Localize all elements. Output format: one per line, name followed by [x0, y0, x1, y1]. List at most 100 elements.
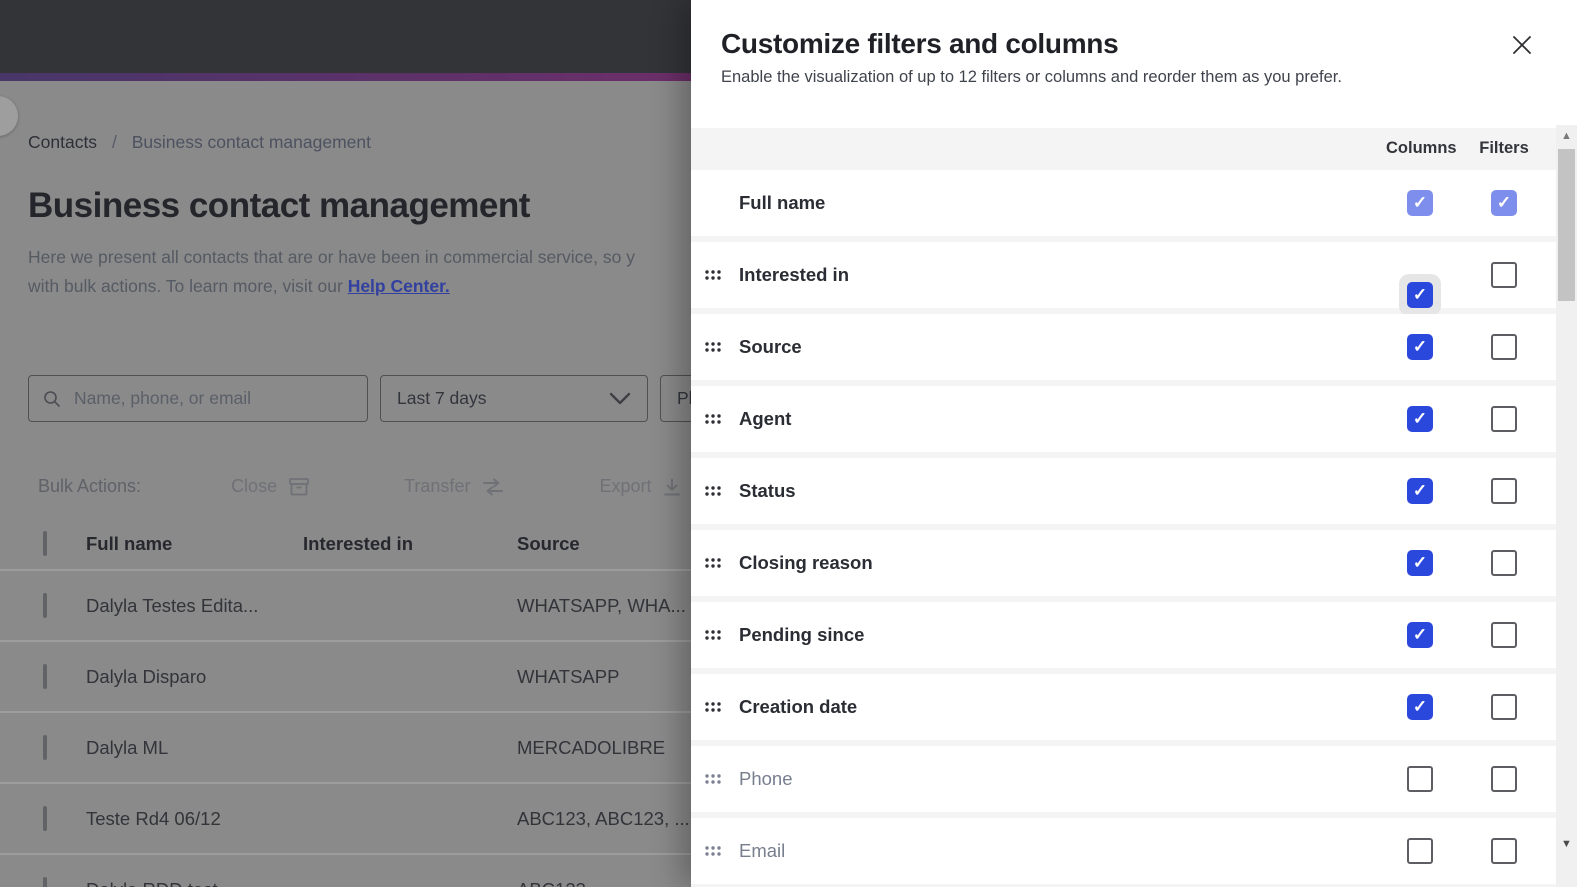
cell-full-name: Dalyla RDD test	[86, 879, 218, 887]
bulk-transfer-label: Transfer	[404, 476, 471, 496]
drag-handle-icon[interactable]	[705, 342, 721, 353]
panel-row-label: Closing reason	[739, 552, 873, 573]
bulk-export-label: Export	[599, 476, 652, 496]
cell-full-name: Teste Rd4 06/12	[86, 807, 221, 829]
archive-icon	[289, 477, 309, 496]
filters-checkbox[interactable]	[1491, 334, 1517, 360]
panel-row-label: Agent	[739, 408, 792, 429]
drag-handle-icon[interactable]	[705, 270, 721, 281]
columns-checkbox[interactable]: ✓	[1407, 334, 1433, 360]
description-line1: Here we present all contacts that are or…	[28, 247, 635, 267]
breadcrumb-current: Business contact management	[131, 132, 371, 152]
filters-checkbox[interactable]	[1491, 694, 1517, 720]
columns-checkbox[interactable]: ✓	[1407, 622, 1433, 648]
bulk-export-button[interactable]: Export	[599, 476, 681, 497]
description-line2: with bulk actions. To learn more, visit …	[28, 276, 348, 296]
panel-row: Pending since ✓	[691, 602, 1556, 668]
row-checkbox[interactable]	[43, 592, 47, 618]
search-icon	[43, 390, 61, 408]
filters-checkbox[interactable]	[1491, 838, 1517, 864]
transfer-arrows-icon	[482, 478, 504, 496]
column-header-interested-in[interactable]: Interested in	[303, 533, 413, 555]
drag-handle-icon[interactable]	[705, 846, 721, 857]
breadcrumb: Contacts / Business contact management	[28, 132, 371, 153]
filters-checkbox: ✓	[1491, 190, 1517, 216]
bulk-close-button[interactable]: Close	[231, 476, 309, 497]
panel-row: Source ✓	[691, 314, 1556, 380]
panel-row: Agent ✓	[691, 386, 1556, 452]
close-icon[interactable]	[1507, 30, 1537, 60]
date-range-value: Last 7 days	[397, 388, 487, 408]
cell-full-name: Dalyla ML	[86, 736, 169, 758]
panel-row-label: Status	[739, 480, 796, 501]
panel-row: Status ✓	[691, 458, 1556, 524]
columns-checkbox[interactable]: ✓	[1407, 694, 1433, 720]
columns-checkbox[interactable]: ✓	[1407, 550, 1433, 576]
cell-source: MERCADOLIBRE	[517, 736, 666, 758]
bulk-transfer-button[interactable]: Transfer	[404, 476, 504, 497]
columns-checkbox[interactable]: ✓	[1407, 406, 1433, 432]
panel-row-label: Creation date	[739, 696, 858, 717]
panel-row: Creation date ✓	[691, 674, 1556, 740]
cell-full-name: Dalyla Disparo	[86, 665, 207, 687]
columns-checkbox: ✓	[1407, 190, 1433, 216]
download-icon	[663, 478, 681, 496]
help-center-link[interactable]: Help Center.	[348, 276, 450, 296]
panel-row: Closing reason ✓	[691, 530, 1556, 596]
filters-checkbox[interactable]	[1491, 622, 1517, 648]
panel-row-label: Phone	[739, 768, 793, 789]
panel-row-label: Source	[739, 336, 802, 357]
panel-title: Customize filters and columns	[721, 28, 1119, 59]
panel-row-label: Email	[739, 840, 786, 861]
panel-column-headers: Columns Filters	[691, 128, 1556, 168]
drag-handle-icon[interactable]	[705, 702, 721, 713]
columns-header-label: Columns	[1386, 138, 1457, 157]
columns-checkbox[interactable]: ✓	[1407, 282, 1433, 308]
filters-checkbox[interactable]	[1491, 478, 1517, 504]
panel-scrollbar[interactable]: ▲ ▼	[1556, 125, 1577, 887]
bulk-close-label: Close	[231, 476, 278, 496]
columns-checkbox[interactable]: ✓	[1407, 478, 1433, 504]
panel-row: Email	[691, 818, 1556, 884]
filters-checkbox[interactable]	[1491, 766, 1517, 792]
cell-source: ABC123	[517, 879, 586, 887]
page-title: Business contact management	[28, 186, 530, 225]
drag-handle-icon[interactable]	[705, 414, 721, 425]
row-checkbox[interactable]	[43, 734, 47, 760]
row-checkbox[interactable]	[43, 805, 47, 831]
drag-handle-icon[interactable]	[705, 558, 721, 569]
drag-handle-icon[interactable]	[705, 774, 721, 785]
filters-checkbox[interactable]	[1491, 550, 1517, 576]
breadcrumb-contacts[interactable]: Contacts	[28, 132, 97, 152]
panel-row: Phone	[691, 746, 1556, 812]
panel-row-label: Full name	[739, 192, 826, 213]
column-header-source[interactable]: Source	[517, 533, 580, 555]
breadcrumb-separator: /	[111, 132, 117, 152]
bulk-actions-bar: Bulk Actions: Close Transfer Export	[38, 476, 776, 497]
customize-panel: Customize filters and columns Enable the…	[691, 0, 1577, 887]
filters-checkbox[interactable]	[1491, 406, 1517, 432]
cell-full-name: Dalyla Testes Edita...	[86, 594, 259, 616]
filters-header-label: Filters	[1479, 138, 1529, 157]
search-input[interactable]: Name, phone, or email	[28, 375, 368, 422]
panel-row: Interested in ✓	[691, 242, 1556, 308]
select-all-checkbox[interactable]	[43, 530, 47, 556]
cell-source: WHATSAPP	[517, 665, 620, 687]
row-checkbox[interactable]	[43, 876, 47, 887]
columns-checkbox[interactable]	[1407, 838, 1433, 864]
scrollbar-thumb[interactable]	[1558, 149, 1575, 301]
side-drawer-handle[interactable]	[0, 96, 18, 136]
scroll-down-icon[interactable]: ▼	[1556, 837, 1577, 851]
cell-source: WHATSAPP, WHA...	[517, 594, 686, 616]
scroll-up-icon[interactable]: ▲	[1556, 129, 1577, 143]
drag-handle-icon[interactable]	[705, 486, 721, 497]
panel-row-label: Interested in	[739, 264, 849, 285]
drag-handle-icon[interactable]	[705, 630, 721, 641]
panel-rows-list: Full name ✓ ✓ Interested in ✓ Source ✓ Agent ✓ St…	[691, 168, 1556, 887]
column-header-full-name[interactable]: Full name	[86, 533, 172, 555]
panel-subtitle: Enable the visualization of up to 12 fil…	[721, 68, 1342, 86]
row-checkbox[interactable]	[43, 663, 47, 689]
filters-checkbox[interactable]	[1491, 262, 1517, 288]
columns-checkbox[interactable]	[1407, 766, 1433, 792]
date-range-select[interactable]: Last 7 days	[380, 375, 648, 422]
